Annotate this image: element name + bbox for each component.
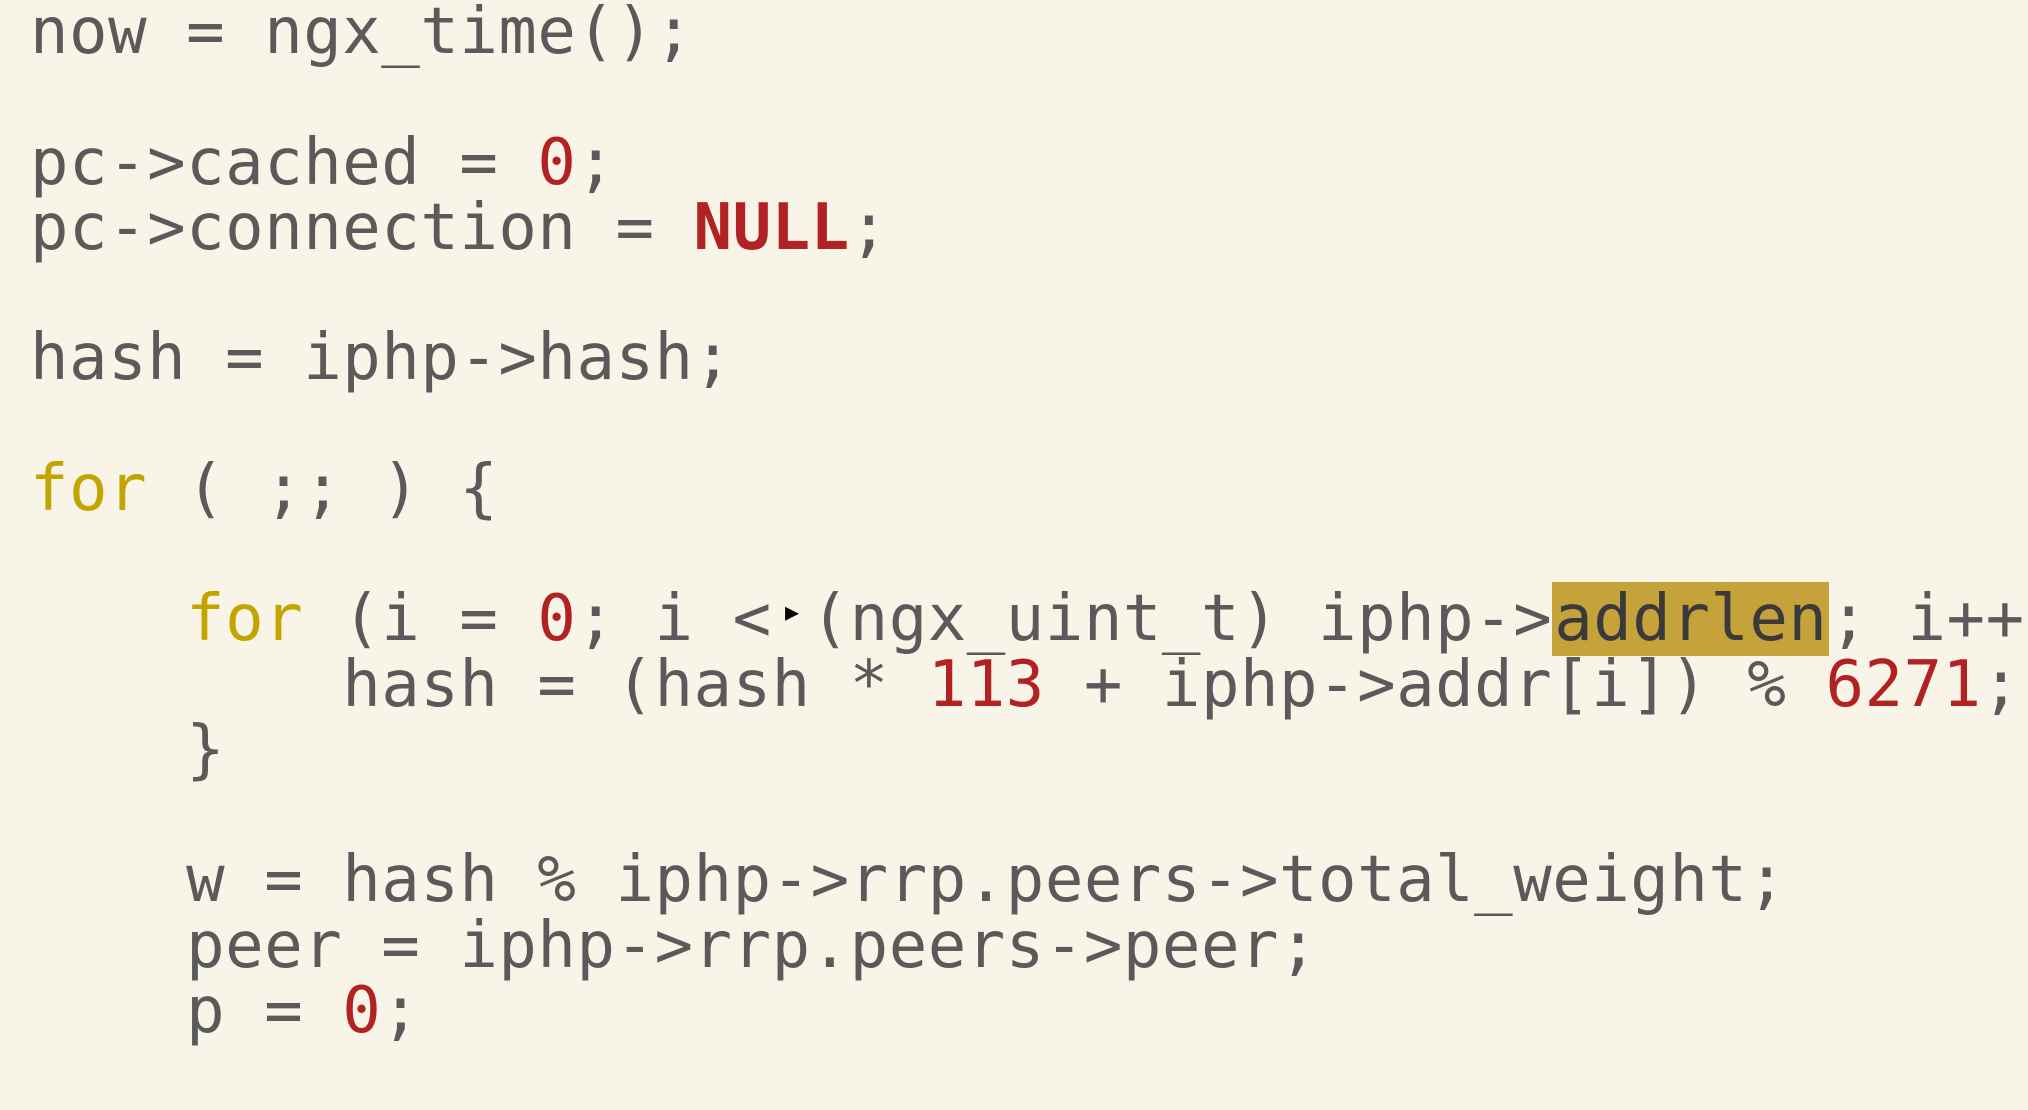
- code-indent: [30, 843, 186, 917]
- number-literal: 113: [928, 648, 1045, 722]
- code-block: now = ngx_time(); pc->cached = 0; pc->co…: [0, 0, 2028, 1044]
- number-literal: 0: [537, 126, 576, 200]
- number-literal: 0: [537, 582, 576, 656]
- code-text: peer = iphp->rrp.peers->peer;: [186, 909, 1318, 983]
- code-text: hash = (hash *: [342, 648, 927, 722]
- code-text: p =: [186, 974, 342, 1048]
- code-text: ;: [1982, 648, 2021, 722]
- code-indent: [30, 648, 342, 722]
- code-text: w = hash % iphp->rrp.peers->total_weight…: [186, 843, 1786, 917]
- keyword-for: for: [186, 582, 303, 656]
- code-text: (i =: [303, 582, 537, 656]
- highlighted-word-addrlen[interactable]: addrlen: [1552, 582, 1829, 656]
- code-text: }: [186, 713, 225, 787]
- code-line: hash = iphp->hash;: [30, 321, 733, 395]
- code-text: ;: [576, 126, 615, 200]
- number-literal: 0: [342, 974, 381, 1048]
- code-line: pc->cached =: [30, 126, 537, 200]
- code-text: ( ;; ) {: [147, 452, 498, 526]
- code-line: now = ngx_time();: [30, 0, 694, 69]
- keyword-for: for: [30, 452, 147, 526]
- code-indent: [30, 909, 186, 983]
- code-line: pc->connection =: [30, 191, 694, 265]
- code-text: ;: [850, 191, 889, 265]
- code-text: ; i++) {: [1829, 582, 2028, 656]
- code-indent: [30, 974, 186, 1048]
- code-text: ; i < (ngx_uint_t) iphp->: [576, 582, 1552, 656]
- number-literal: 6271: [1825, 648, 1981, 722]
- code-indent: [30, 582, 186, 656]
- code-text: + iphp->addr[i]) %: [1045, 648, 1826, 722]
- code-text: ;: [381, 974, 420, 1048]
- code-indent: [30, 713, 186, 787]
- null-literal: NULL: [694, 191, 850, 265]
